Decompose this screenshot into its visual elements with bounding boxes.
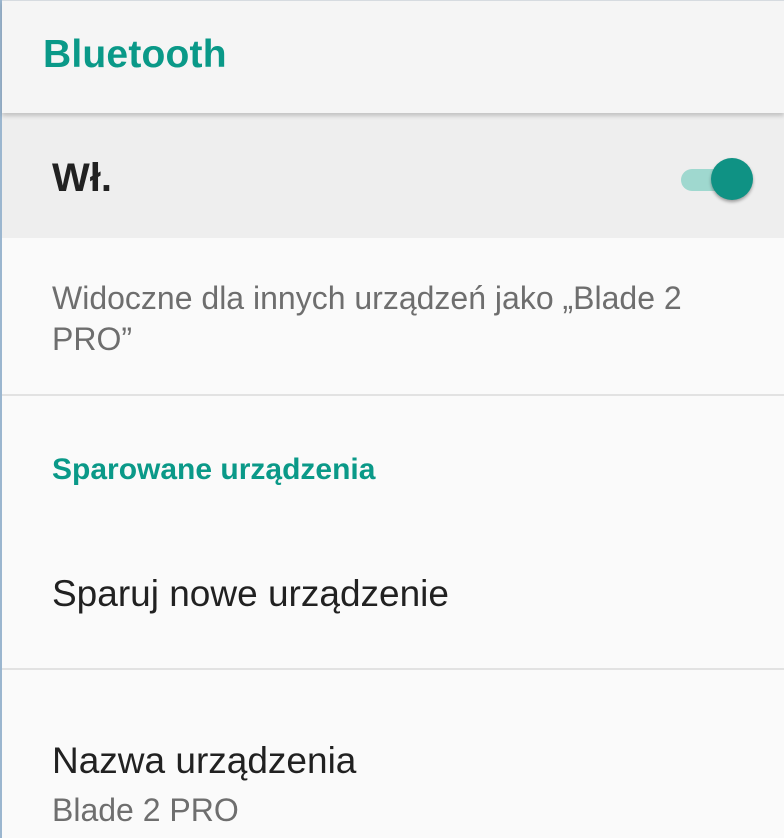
pair-new-device-item[interactable]: Sparuj nowe urządzenie [2, 540, 784, 668]
bluetooth-master-switch-row[interactable]: Wł. [2, 112, 784, 238]
pair-new-device-label: Sparuj nowe urządzenie [52, 573, 449, 614]
app-bar: Bluetooth [2, 0, 784, 113]
master-switch-label: Wł. [52, 156, 112, 200]
visibility-description: Widoczne dla innych urządzeń jako „Blade… [52, 280, 682, 357]
bluetooth-settings-screen: Bluetooth Wł. Widoczne dla innych urządz… [0, 0, 784, 838]
bluetooth-toggle-switch[interactable] [681, 158, 755, 200]
paired-devices-header: Sparowane urządzenia [52, 453, 376, 486]
divider [2, 394, 784, 396]
switch-thumb [711, 158, 753, 200]
device-name-value: Blade 2 PRO [52, 792, 239, 828]
device-name-item[interactable]: Nazwa urządzenia Blade 2 PRO [2, 670, 784, 838]
page-title: Bluetooth [43, 33, 227, 76]
device-name-title: Nazwa urządzenia [52, 740, 357, 781]
